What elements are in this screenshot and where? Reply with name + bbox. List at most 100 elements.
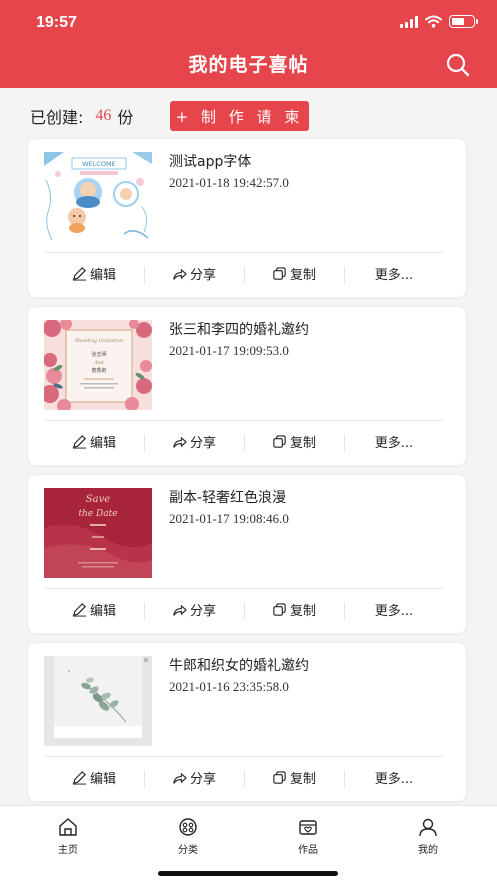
edit-icon xyxy=(72,266,87,281)
thumb-heading: Wedding Invitation xyxy=(75,338,123,344)
edit-icon xyxy=(72,434,87,449)
thumb-welcome-text: WELCOME xyxy=(82,160,116,168)
tab-profile-label: 我的 xyxy=(418,845,438,856)
copy-label: 复制 xyxy=(289,435,316,451)
invitation-card[interactable]: 牛郎和织女的婚礼邀约 2021-01-16 23:35:58.0 编辑 分享 复… xyxy=(28,643,466,801)
tab-home-label: 主页 xyxy=(58,845,78,856)
edit-label: 编辑 xyxy=(89,771,116,787)
copy-icon xyxy=(273,770,286,784)
category-icon xyxy=(179,818,197,836)
edit-label: 编辑 xyxy=(89,435,116,451)
wifi-icon xyxy=(425,15,442,28)
created-unit: 份 xyxy=(117,108,134,127)
thumb-bride-name: 春香莉 xyxy=(91,367,106,374)
card-date: 2021-01-17 19:08:46.0 xyxy=(169,511,289,526)
copy-button[interactable]: 复制 xyxy=(244,768,344,788)
card-divider xyxy=(44,756,444,757)
created-count: 46 xyxy=(95,107,112,124)
card-title[interactable]: 副本-轻奢红色浪漫 xyxy=(169,487,286,507)
edit-button[interactable]: 编辑 xyxy=(44,432,144,451)
tab-profile[interactable]: 我的 xyxy=(398,816,458,856)
edit-icon xyxy=(72,770,87,785)
bottom-tab-bar: 主页 分类 作品 我的 xyxy=(0,805,497,883)
card-actions: 编辑 分享 复制 更多... xyxy=(44,262,444,284)
invitation-thumbnail[interactable]: Wedding Invitation 张志明 And 春香莉 xyxy=(44,320,152,410)
thumb-date-text: the Date xyxy=(78,509,117,519)
edit-icon xyxy=(72,602,87,617)
card-date: 2021-01-16 23:35:58.0 xyxy=(169,679,289,694)
status-time: 19:57 xyxy=(36,14,77,31)
share-label: 分享 xyxy=(189,771,216,787)
copy-label: 复制 xyxy=(289,603,316,619)
card-divider xyxy=(44,252,444,253)
copy-icon xyxy=(273,602,286,616)
invitation-thumbnail[interactable]: Save the Date xyxy=(44,488,152,578)
invitation-card[interactable]: Wedding Invitation 张志明 And 春香莉 张三和李四的婚礼邀… xyxy=(28,307,466,465)
home-indicator xyxy=(158,871,338,876)
works-icon xyxy=(299,820,317,835)
more-label: 更多... xyxy=(374,267,414,283)
tab-works-label: 作品 xyxy=(298,845,318,856)
share-button[interactable]: 分享 xyxy=(144,600,244,620)
share-icon xyxy=(173,604,187,616)
status-icons xyxy=(400,15,478,28)
more-button[interactable]: 更多... xyxy=(344,432,444,452)
share-icon xyxy=(173,436,187,448)
tab-category-label: 分类 xyxy=(178,845,198,856)
copy-label: 复制 xyxy=(289,771,316,787)
edit-button[interactable]: 编辑 xyxy=(44,600,144,619)
copy-button[interactable]: 复制 xyxy=(244,264,344,284)
share-icon xyxy=(173,268,187,280)
copy-label: 复制 xyxy=(289,267,316,283)
home-icon xyxy=(59,818,77,836)
edit-button[interactable]: 编辑 xyxy=(44,264,144,283)
thumb-and: And xyxy=(93,360,103,366)
signal-icon xyxy=(400,15,418,28)
card-actions: 编辑 分享 复制 更多... xyxy=(44,598,444,620)
copy-icon xyxy=(273,266,286,280)
invitation-card[interactable]: Save the Date 副本-轻奢红色浪漫 2021-01-17 19:08… xyxy=(28,475,466,633)
thumb-groom-name: 张志明 xyxy=(91,351,106,358)
invitation-thumbnail[interactable] xyxy=(44,656,152,746)
edit-button[interactable]: 编辑 xyxy=(44,768,144,787)
card-date: 2021-01-17 19:09:53.0 xyxy=(169,343,289,358)
copy-icon xyxy=(273,434,286,448)
card-date: 2021-01-18 19:42:57.0 xyxy=(169,175,289,190)
created-summary: 已创建: 46 份 xyxy=(30,100,133,132)
share-button[interactable]: 分享 xyxy=(144,432,244,452)
app-header: 19:57 我的电子喜帖 xyxy=(0,0,497,88)
more-label: 更多... xyxy=(374,435,414,451)
tab-home[interactable]: 主页 xyxy=(38,816,98,856)
tab-works[interactable]: 作品 xyxy=(278,816,338,856)
tab-category[interactable]: 分类 xyxy=(158,816,218,856)
share-icon xyxy=(173,772,187,784)
thumb-save-text: Save xyxy=(86,494,110,505)
copy-button[interactable]: 复制 xyxy=(244,432,344,452)
battery-icon xyxy=(449,15,478,28)
share-label: 分享 xyxy=(189,435,216,451)
card-actions: 编辑 分享 复制 更多... xyxy=(44,430,444,452)
search-icon[interactable] xyxy=(445,52,471,78)
copy-button[interactable]: 复制 xyxy=(244,600,344,620)
invitation-card[interactable]: WELCOME 测试app字体 2021-01-18 19:42:57.0 编辑… xyxy=(28,139,466,297)
card-title[interactable]: 张三和李四的婚礼邀约 xyxy=(169,319,309,339)
invitation-thumbnail[interactable]: WELCOME xyxy=(44,152,152,242)
more-button[interactable]: 更多... xyxy=(344,768,444,788)
share-button[interactable]: 分享 xyxy=(144,768,244,788)
create-invitation-button[interactable]: + 制 作 请 柬 xyxy=(170,101,309,131)
share-button[interactable]: 分享 xyxy=(144,264,244,284)
created-label: 已创建: xyxy=(30,108,84,127)
more-button[interactable]: 更多... xyxy=(344,264,444,284)
edit-label: 编辑 xyxy=(89,603,116,619)
card-title[interactable]: 牛郎和织女的婚礼邀约 xyxy=(169,655,309,675)
more-button[interactable]: 更多... xyxy=(344,600,444,620)
card-title[interactable]: 测试app字体 xyxy=(169,151,251,171)
share-label: 分享 xyxy=(189,267,216,283)
card-actions: 编辑 分享 复制 更多... xyxy=(44,766,444,788)
card-divider xyxy=(44,588,444,589)
share-label: 分享 xyxy=(189,603,216,619)
card-divider xyxy=(44,420,444,421)
more-label: 更多... xyxy=(374,771,414,787)
page-title: 我的电子喜帖 xyxy=(188,54,309,76)
edit-label: 编辑 xyxy=(89,267,116,283)
